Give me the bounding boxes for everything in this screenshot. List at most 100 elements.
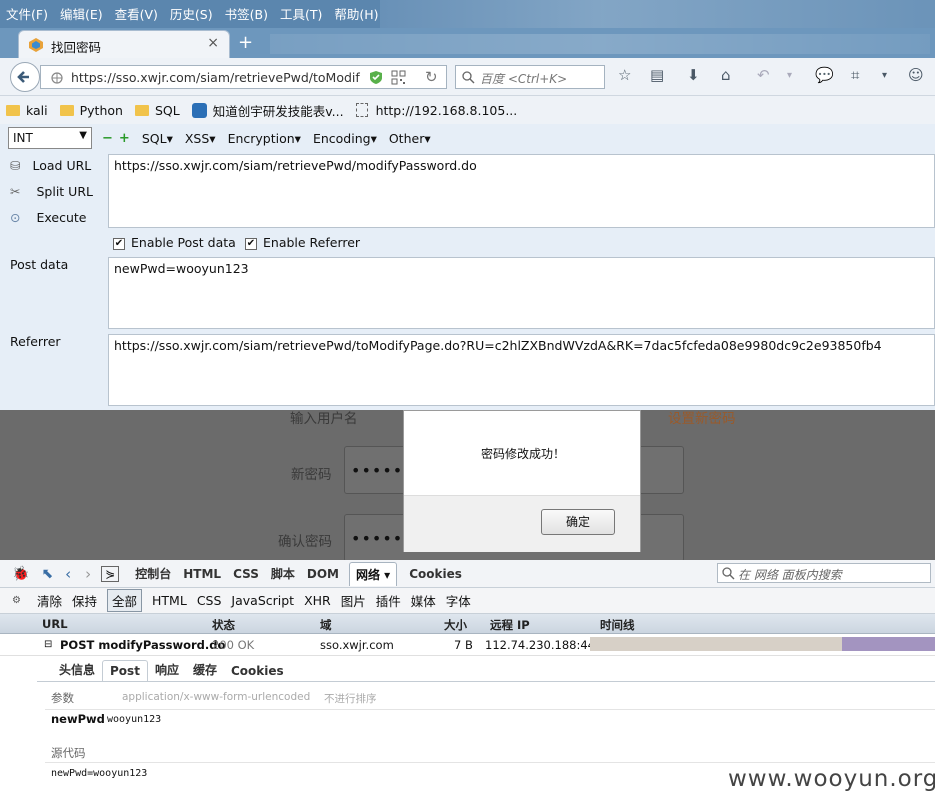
firebug-search-placeholder: 在 网络 面板内搜索	[738, 568, 842, 582]
clear-button[interactable]: 清除	[37, 591, 62, 610]
column-timeline[interactable]: 时间线	[600, 617, 635, 633]
menu-tools[interactable]: 工具(T)	[274, 0, 328, 28]
filter-html[interactable]: HTML	[152, 593, 187, 608]
tab-net[interactable]: 网络 ▾	[348, 561, 398, 586]
divider	[45, 762, 935, 763]
menu-edit[interactable]: 编辑(E)	[54, 0, 109, 28]
bookmark-local-ip[interactable]: http://192.168.8.105...	[355, 102, 518, 118]
tab-dom[interactable]: DOM	[307, 567, 339, 581]
enable-post-checkbox[interactable]: ✔ Enable Post data	[113, 235, 236, 250]
hackbar-menu-sql[interactable]: SQL▾	[142, 131, 173, 146]
plus-icon[interactable]: +	[119, 131, 130, 146]
hackbar-menu-encryption[interactable]: Encryption▾	[228, 131, 301, 146]
hackbar-menu-other[interactable]: Other▾	[389, 131, 431, 146]
menu-help[interactable]: 帮助(H)	[328, 0, 384, 28]
smiley-icon[interactable]: ☺	[908, 66, 924, 84]
filter-media[interactable]: 媒体	[411, 591, 436, 610]
split-url-button[interactable]: ✂ Split URL	[10, 184, 93, 199]
bookmark-knownsec[interactable]: 知道创宇研发技能表v...	[191, 101, 344, 120]
column-url[interactable]: URL	[42, 617, 68, 631]
search-placeholder: 百度 <Ctrl+K>	[480, 72, 568, 86]
menu-file[interactable]: 文件(F)	[0, 0, 54, 28]
tab-cache[interactable]: 缓存	[186, 658, 224, 681]
chat-icon[interactable]: 💬	[815, 66, 834, 84]
url-bar[interactable]: https://sso.xwjr.com/siam/retrievePwd/to…	[40, 65, 447, 89]
params-label: 参数	[51, 691, 74, 705]
tab-detail-cookies[interactable]: Cookies	[224, 661, 291, 681]
url-text: https://sso.xwjr.com/siam/retrievePwd/to…	[71, 70, 360, 85]
url-textarea[interactable]: https://sso.xwjr.com/siam/retrievePwd/mo…	[108, 154, 935, 228]
search-icon	[722, 567, 735, 580]
bookmark-kali[interactable]: kali	[6, 103, 48, 118]
hackbar-menu-encoding[interactable]: Encoding▾	[313, 131, 377, 146]
new-tab-icon[interactable]: +	[238, 32, 253, 53]
search-box[interactable]: 百度 <Ctrl+K>	[455, 65, 605, 89]
firebug-search-input[interactable]: 在 网络 面板内搜索	[717, 563, 931, 583]
int-select[interactable]: INT ▼	[8, 127, 92, 149]
filter-css[interactable]: CSS	[197, 593, 222, 608]
back-button[interactable]	[10, 62, 40, 92]
firebug-icon[interactable]: 🐞	[12, 566, 29, 582]
navigation-bar: https://sso.xwjr.com/siam/retrievePwd/to…	[0, 58, 935, 96]
dropdown-icon[interactable]: ▾	[787, 70, 792, 81]
reload-icon[interactable]: ↻	[425, 68, 438, 86]
filter-all[interactable]: 全部	[107, 589, 143, 612]
tab-close-icon[interactable]: ×	[207, 35, 219, 51]
tab-css[interactable]: CSS	[233, 567, 259, 581]
filter-xhr[interactable]: XHR	[304, 593, 331, 608]
bookmark-python[interactable]: Python	[59, 103, 123, 118]
inspect-icon[interactable]: ⬉	[41, 566, 53, 582]
collapse-icon[interactable]: ⊟	[44, 639, 52, 650]
blurred-background	[380, 0, 935, 28]
bookmark-label: 知道创宇研发技能表v...	[212, 103, 344, 119]
enable-referrer-checkbox[interactable]: ✔ Enable Referrer	[245, 235, 360, 250]
filter-fonts[interactable]: 字体	[446, 591, 471, 610]
minus-icon[interactable]: −	[102, 131, 113, 146]
crop-icon[interactable]: ⌗	[851, 66, 859, 84]
shield-icon[interactable]	[369, 70, 383, 85]
filter-javascript[interactable]: JavaScript	[231, 593, 294, 608]
command-line-icon[interactable]: ⋟	[101, 565, 120, 582]
tab-active[interactable]: 找回密码 ×	[18, 30, 230, 58]
bookmark-label: http://192.168.8.105...	[375, 102, 518, 118]
tab-cookies[interactable]: Cookies	[409, 567, 462, 581]
tab-headers[interactable]: 头信息	[52, 658, 102, 681]
filter-images[interactable]: 图片	[341, 591, 366, 610]
load-url-button[interactable]: ⛁ Load URL	[10, 158, 91, 173]
tab-html[interactable]: HTML	[183, 567, 221, 581]
tab-script[interactable]: 脚本	[271, 565, 295, 582]
column-size[interactable]: 大小	[444, 617, 467, 633]
menu-bookmarks[interactable]: 书签(B)	[219, 0, 274, 28]
hackbar-menu-xss[interactable]: XSS▾	[185, 131, 216, 146]
bookmark-sql[interactable]: SQL	[134, 103, 180, 118]
reading-list-icon[interactable]: ▤	[650, 66, 664, 84]
menu-history[interactable]: 历史(S)	[164, 0, 219, 28]
enable-post-label: Enable Post data	[131, 235, 236, 250]
qrcode-icon[interactable]	[391, 70, 406, 85]
home-icon[interactable]: ⌂	[721, 66, 731, 84]
execute-button[interactable]: ⊙ Execute	[10, 210, 86, 225]
dropdown-icon-2[interactable]: ▾	[882, 70, 887, 81]
ok-button[interactable]: 确定	[541, 509, 615, 535]
download-icon[interactable]: ⬇	[687, 66, 700, 84]
column-remote-ip[interactable]: 远程 IP	[490, 617, 530, 633]
tab-response[interactable]: 响应	[148, 658, 186, 681]
back-icon[interactable]: ‹	[65, 565, 71, 583]
star-icon[interactable]: ☆	[618, 66, 631, 84]
xhr-icon[interactable]: ⚙	[12, 595, 21, 606]
filter-plugins[interactable]: 插件	[376, 591, 401, 610]
column-domain[interactable]: 域	[320, 617, 332, 633]
post-data-textarea[interactable]: newPwd=wooyun123	[108, 257, 935, 329]
execute-label: Execute	[36, 210, 87, 225]
table-row[interactable]: ⊟ POST modifyPassword.do 200 OK sso.xwjr…	[0, 634, 935, 656]
undo-icon[interactable]: ↶	[757, 66, 770, 84]
net-filter-bar: ⚙ 清除 保持 全部 HTML CSS JavaScript XHR 图片 插件…	[0, 588, 935, 614]
column-status[interactable]: 状态	[212, 617, 235, 633]
persist-button[interactable]: 保持	[72, 591, 97, 610]
forward-icon[interactable]: ›	[85, 565, 91, 583]
no-sort-toggle[interactable]: 不进行排序	[324, 691, 377, 706]
menu-view[interactable]: 查看(V)	[109, 0, 164, 28]
tab-console[interactable]: 控制台	[135, 565, 171, 582]
tab-post[interactable]: Post	[102, 660, 148, 681]
referrer-textarea[interactable]: https://sso.xwjr.com/siam/retrievePwd/to…	[108, 334, 935, 406]
